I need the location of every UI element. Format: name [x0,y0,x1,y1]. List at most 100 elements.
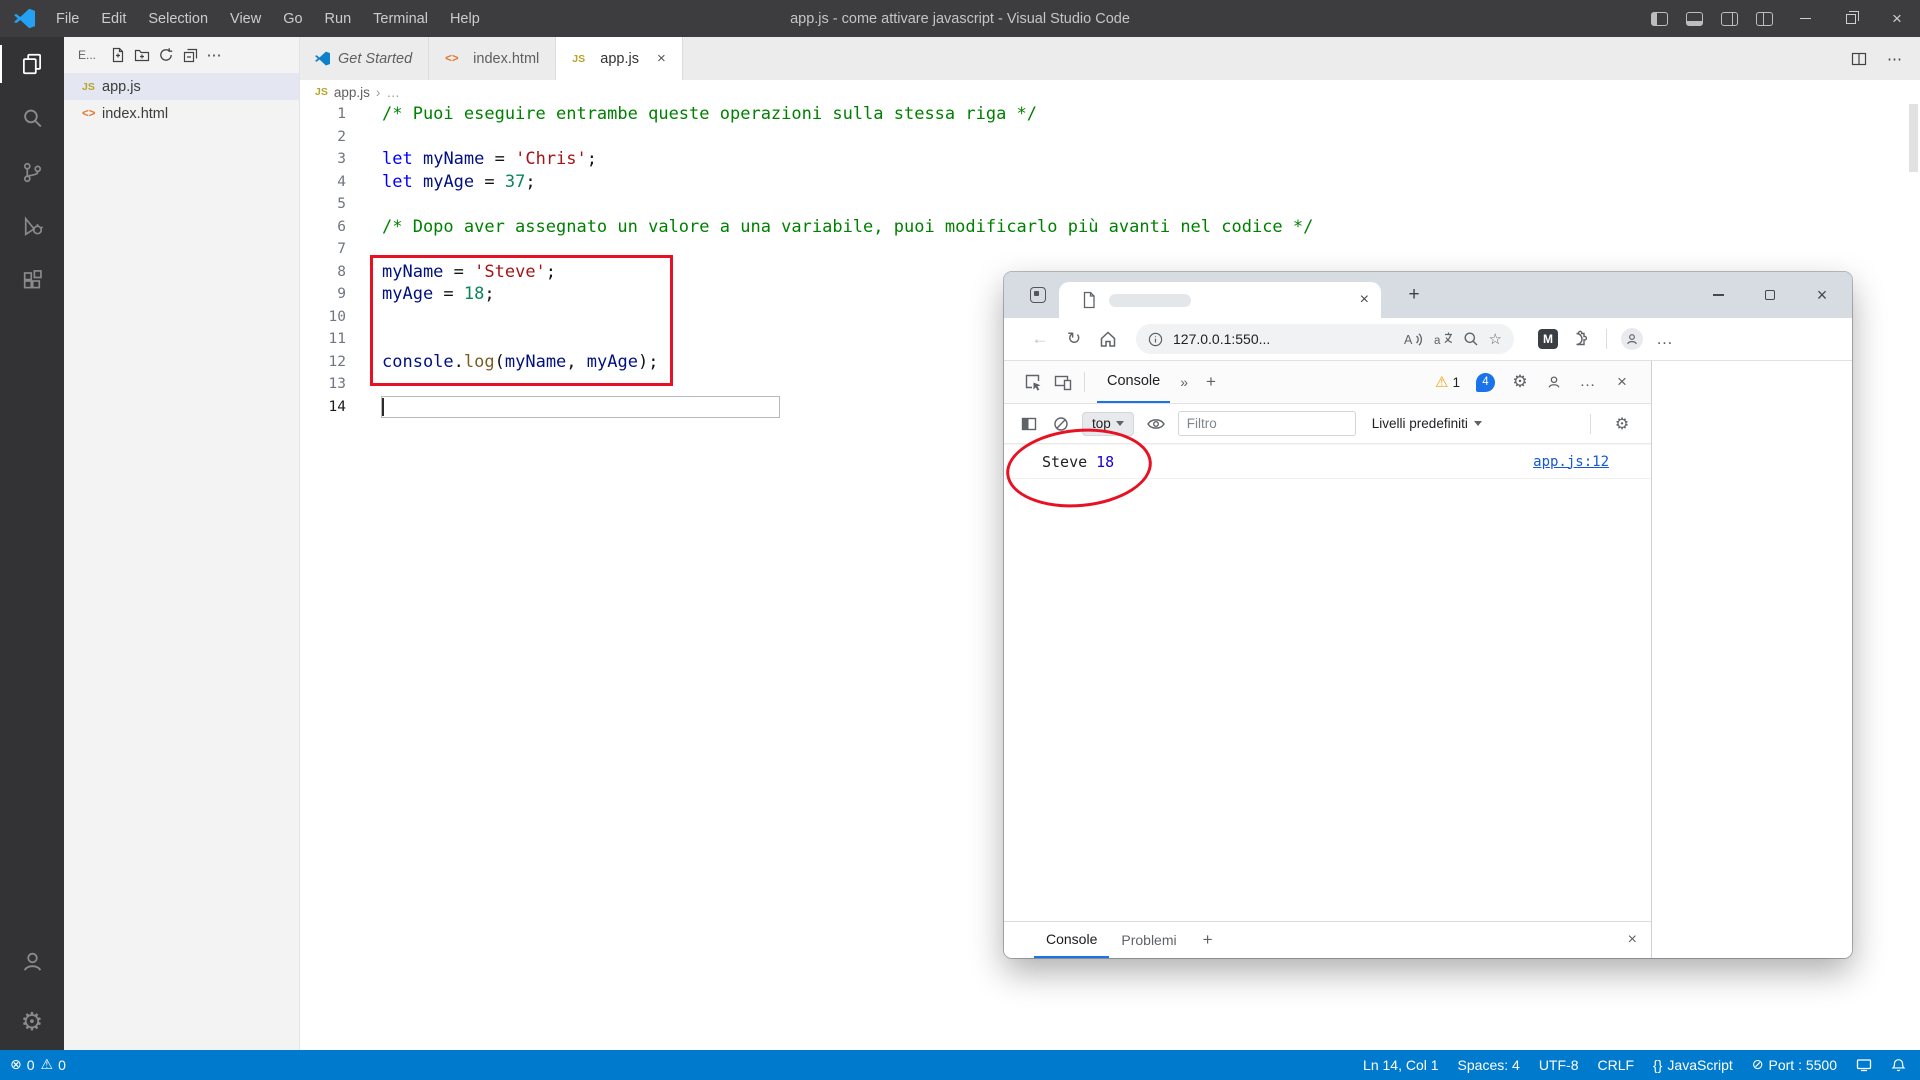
collapse-all-icon[interactable] [178,43,202,67]
translate-icon[interactable]: a [1434,331,1453,347]
menu-run[interactable]: Run [314,0,363,37]
toggle-sidebar-icon[interactable] [1651,12,1668,26]
drawer-close-icon[interactable]: × [1628,931,1637,949]
live-server-port[interactable]: ⊘ Port : 5500 [1752,1057,1837,1073]
close-tab-icon[interactable]: × [1360,291,1369,309]
devtools-close-icon[interactable]: × [1607,367,1637,397]
language-mode[interactable]: {} JavaScript [1653,1057,1733,1073]
devtools-tab-console[interactable]: Console [1097,361,1170,403]
home-icon[interactable] [1096,327,1120,351]
tab-get-started[interactable]: Get Started [299,37,429,80]
errors-indicator[interactable]: ⊗ 0 [10,1057,35,1073]
indentation[interactable]: Spaces: 4 [1458,1057,1520,1073]
code-line-5 [382,193,1313,216]
file-item-index.html[interactable]: <>index.html [64,100,299,127]
browser-menu-icon[interactable]: … [1653,327,1677,351]
console-settings-gear-icon[interactable]: ⚙ [1607,409,1637,439]
device-toolbar-icon[interactable] [1048,367,1078,397]
menu-terminal[interactable]: Terminal [362,0,439,37]
issues-counter[interactable]: 4 [1470,373,1501,392]
zoom-icon[interactable] [1463,331,1479,347]
new-tab-icon[interactable]: + [1399,280,1429,310]
read-aloud-icon[interactable]: A [1404,331,1424,348]
close-button[interactable]: × [1874,0,1920,37]
run-and-debug-icon[interactable] [0,199,64,253]
new-file-icon[interactable] [106,43,130,67]
explorer-sidebar: E... ⋯ JSapp.js<>index.html [64,37,299,1050]
drawer-tab-console[interactable]: Console [1034,922,1109,958]
line-number: 9 [299,283,346,306]
tab-actions-icon[interactable] [1030,287,1046,303]
browser-tab[interactable]: × [1059,282,1381,318]
browser-extensions-icon[interactable] [1568,327,1592,351]
new-folder-icon[interactable] [130,43,154,67]
source-control-icon[interactable] [0,145,64,199]
menu-selection[interactable]: Selection [137,0,219,37]
devtools-settings-gear-icon[interactable]: ⚙ [1505,367,1535,397]
toggle-secondary-sidebar-icon[interactable] [1721,12,1738,26]
screencast-icon[interactable] [1856,1058,1872,1072]
line-number: 3 [299,148,346,171]
extension-m-icon[interactable]: M [1538,329,1558,349]
restore-button[interactable] [1828,0,1874,37]
favorites-star-icon[interactable]: ☆ [1489,330,1502,348]
eye-icon[interactable] [1144,409,1168,439]
more-tabs-icon[interactable]: » [1170,374,1198,390]
browser-maximize-button[interactable] [1744,272,1796,318]
feedback-icon[interactable] [1539,367,1569,397]
breadcrumb[interactable]: JS app.js › … [299,80,1920,104]
console-output: Steve 18 app.js:12 [1004,444,1651,921]
console-filter-input[interactable] [1178,411,1356,436]
log-levels-selector[interactable]: Livelli predefiniti [1366,416,1488,431]
customize-layout-icon[interactable] [1756,12,1773,26]
devtools-menu-icon[interactable]: … [1573,367,1603,397]
console-sidebar-icon[interactable] [1018,409,1040,439]
site-info-icon[interactable] [1148,332,1163,347]
vscode-logo-icon [14,8,35,29]
search-icon[interactable] [0,91,64,145]
tab-app-js[interactable]: JS app.js × [556,37,682,80]
notifications-bell-icon[interactable] [1891,1058,1906,1073]
log-source-link[interactable]: app.js:12 [1533,454,1609,470]
account-icon[interactable] [0,934,64,988]
extensions-icon[interactable] [0,253,64,307]
line-number: 5 [299,193,346,216]
breadcrumb-more[interactable]: … [386,85,400,100]
breadcrumb-file[interactable]: app.js [334,85,370,100]
add-devtools-tab-icon[interactable]: + [1198,372,1224,392]
menu-file[interactable]: File [45,0,90,37]
menu-go[interactable]: Go [272,0,313,37]
refresh-icon[interactable] [154,43,178,67]
profile-avatar[interactable] [1621,328,1643,350]
file-item-app.js[interactable]: JSapp.js [64,73,299,100]
menu-help[interactable]: Help [439,0,491,37]
minimize-button[interactable] [1782,0,1828,37]
browser-close-button[interactable]: × [1796,272,1848,318]
encoding[interactable]: UTF-8 [1539,1057,1579,1073]
more-actions-icon[interactable]: ⋯ [202,43,226,67]
titlebar: FileEditSelectionViewGoRunTerminalHelp a… [0,0,1920,37]
toggle-panel-icon[interactable] [1686,12,1703,26]
warning-count: 0 [58,1057,66,1073]
cursor-position[interactable]: Ln 14, Col 1 [1363,1057,1439,1073]
warnings-counter[interactable]: ⚠ 1 [1429,373,1466,391]
eol-sequence[interactable]: CRLF [1597,1057,1634,1073]
menu-view[interactable]: View [219,0,272,37]
inspect-element-icon[interactable] [1018,367,1048,397]
divider [1590,414,1591,434]
drawer-add-tab-icon[interactable]: + [1189,930,1227,950]
menu-edit[interactable]: Edit [90,0,137,37]
back-icon[interactable]: ← [1028,327,1052,351]
close-tab-icon[interactable]: × [657,50,666,67]
editor-more-actions-icon[interactable]: ⋯ [1887,50,1902,68]
settings-gear-icon[interactable]: ⚙ [0,994,64,1048]
tab-index-html[interactable]: <> index.html [429,37,556,80]
address-bar[interactable]: 127.0.0.1:550... A a ☆ [1136,324,1514,354]
drawer-tab-problems[interactable]: Problemi [1109,922,1188,958]
url-text[interactable]: 127.0.0.1:550... [1173,331,1394,347]
explorer-icon[interactable] [0,37,64,91]
refresh-icon[interactable]: ↻ [1062,327,1086,351]
warnings-indicator[interactable]: ⚠ 0 [41,1057,66,1073]
split-editor-icon[interactable] [1851,51,1867,67]
browser-minimize-button[interactable] [1692,272,1744,318]
